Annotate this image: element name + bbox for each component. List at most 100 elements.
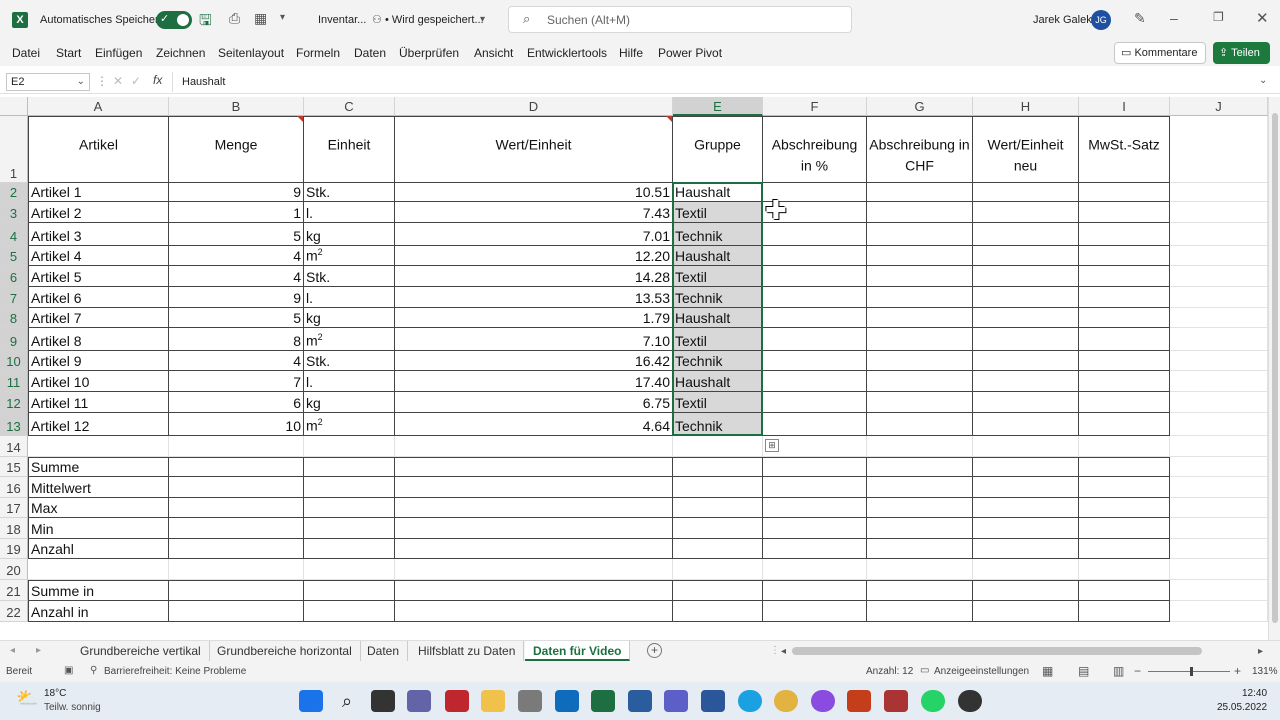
grid-cell[interactable] bbox=[1170, 413, 1268, 436]
teams-icon[interactable] bbox=[664, 690, 688, 712]
grid-cell[interactable] bbox=[973, 559, 1079, 580]
row-header-16[interactable]: 16 bbox=[0, 477, 28, 498]
empty-cell[interactable] bbox=[304, 518, 395, 539]
row-header-20[interactable]: 20 bbox=[0, 559, 28, 580]
empty-cell[interactable] bbox=[1079, 539, 1170, 559]
header-cell-i[interactable]: MwSt.-Satz bbox=[1079, 116, 1170, 183]
grid-cell[interactable] bbox=[304, 436, 395, 457]
artikel-cell[interactable]: Artikel 6 bbox=[28, 287, 169, 308]
empty-cell[interactable] bbox=[973, 392, 1079, 413]
accessibility-icon[interactable]: ⚲ bbox=[90, 665, 97, 676]
form-icon[interactable]: ▦ bbox=[254, 10, 267, 27]
empty-cell[interactable] bbox=[973, 308, 1079, 328]
empty-cell[interactable] bbox=[1079, 246, 1170, 266]
grid-cell[interactable] bbox=[169, 436, 304, 457]
header-cell-e[interactable]: Gruppe bbox=[673, 116, 763, 183]
empty-cell[interactable] bbox=[867, 328, 973, 351]
empty-cell[interactable] bbox=[763, 477, 867, 498]
header-cell-a[interactable]: Artikel bbox=[28, 116, 169, 183]
search-taskbar-icon[interactable]: ⌕ bbox=[335, 690, 359, 712]
empty-cell[interactable] bbox=[973, 371, 1079, 392]
formula-content[interactable]: Haushalt bbox=[182, 76, 225, 88]
column-header-c[interactable]: C bbox=[304, 97, 395, 116]
header-cell-d[interactable]: Wert/Einheit bbox=[395, 116, 673, 183]
menge-cell[interactable]: 6 bbox=[169, 392, 304, 413]
empty-cell[interactable] bbox=[763, 518, 867, 539]
zoom-out-icon[interactable]: − bbox=[1134, 664, 1141, 678]
header-cell-g[interactable]: Abschreibung in CHF bbox=[867, 116, 973, 183]
menu-entwicklertools[interactable]: Entwicklertools bbox=[527, 46, 607, 60]
grid-cell[interactable] bbox=[1170, 498, 1268, 518]
grid-cell[interactable] bbox=[169, 559, 304, 580]
snipping-tool-icon[interactable] bbox=[884, 690, 908, 712]
artikel-cell[interactable]: Artikel 10 bbox=[28, 371, 169, 392]
search-box[interactable]: ⌕ Suchen (Alt+M) bbox=[508, 6, 852, 33]
summary-label-cell[interactable]: Anzahl bbox=[28, 539, 169, 559]
avatar[interactable]: JG bbox=[1091, 10, 1111, 30]
menu-ansicht[interactable]: Ansicht bbox=[474, 46, 513, 60]
wert-cell[interactable]: 7.01 bbox=[395, 223, 673, 246]
menge-cell[interactable]: 1 bbox=[169, 202, 304, 223]
restore-icon[interactable]: ❐ bbox=[1213, 10, 1224, 24]
empty-cell[interactable] bbox=[169, 601, 304, 622]
empty-cell[interactable] bbox=[973, 183, 1079, 202]
file-name[interactable]: Inventar... bbox=[318, 14, 366, 26]
hscroll-left-icon[interactable]: ◂ bbox=[781, 646, 786, 657]
print-icon[interactable]: ⎙ bbox=[229, 10, 240, 27]
empty-cell[interactable] bbox=[973, 539, 1079, 559]
gruppe-cell[interactable]: Technik bbox=[673, 351, 763, 371]
header-cell-f[interactable]: Abschreibung in % bbox=[763, 116, 867, 183]
empty-cell[interactable] bbox=[304, 580, 395, 601]
empty-cell[interactable] bbox=[763, 287, 867, 308]
column-header-e[interactable]: E bbox=[673, 97, 763, 116]
einheit-cell[interactable]: Stk. bbox=[304, 351, 395, 371]
empty-cell[interactable] bbox=[867, 246, 973, 266]
menge-cell[interactable]: 7 bbox=[169, 371, 304, 392]
empty-cell[interactable] bbox=[673, 518, 763, 539]
grid-cell[interactable] bbox=[1170, 351, 1268, 371]
grid-cell[interactable] bbox=[1170, 328, 1268, 351]
einheit-cell[interactable]: l. bbox=[304, 202, 395, 223]
wert-cell[interactable]: 7.43 bbox=[395, 202, 673, 223]
row-header-14[interactable]: 14 bbox=[0, 436, 28, 457]
column-header-b[interactable]: B bbox=[169, 97, 304, 116]
teams-chat-icon[interactable] bbox=[407, 690, 431, 712]
menu-ueberpruefen[interactable]: Überprüfen bbox=[399, 46, 459, 60]
normal-view-icon[interactable]: ▦ bbox=[1042, 664, 1053, 678]
tab-grundbereiche-horizontal[interactable]: Grundbereiche horizontal bbox=[209, 641, 361, 661]
pen-icon[interactable]: ✎ bbox=[1134, 10, 1146, 27]
grid-cell[interactable] bbox=[1170, 371, 1268, 392]
empty-cell[interactable] bbox=[867, 457, 973, 477]
header-cell-b[interactable]: Menge bbox=[169, 116, 304, 183]
store-icon[interactable] bbox=[628, 690, 652, 712]
empty-cell[interactable] bbox=[973, 457, 1079, 477]
grid-cell[interactable] bbox=[1170, 223, 1268, 246]
menu-datei[interactable]: Datei bbox=[12, 46, 40, 60]
empty-cell[interactable] bbox=[169, 518, 304, 539]
save-status-chevron-icon[interactable]: ▾ bbox=[480, 14, 485, 25]
einheit-cell[interactable]: kg bbox=[304, 392, 395, 413]
empty-cell[interactable] bbox=[763, 266, 867, 287]
menge-cell[interactable]: 4 bbox=[169, 351, 304, 371]
comments-button[interactable]: ▭ Kommentare bbox=[1114, 42, 1206, 64]
empty-cell[interactable] bbox=[169, 477, 304, 498]
autosave-toggle[interactable]: ✓ bbox=[156, 11, 192, 29]
summary-label-cell[interactable]: Anzahl in bbox=[28, 601, 169, 622]
empty-cell[interactable] bbox=[763, 580, 867, 601]
row-header-21[interactable]: 21 bbox=[0, 580, 28, 601]
tab-split-icon[interactable]: ⋮ bbox=[770, 645, 780, 656]
empty-cell[interactable] bbox=[973, 266, 1079, 287]
macro-record-icon[interactable]: ▣ bbox=[64, 665, 73, 676]
wert-cell[interactable]: 4.64 bbox=[395, 413, 673, 436]
tab-next-icon[interactable]: ▸ bbox=[36, 645, 41, 656]
menge-cell[interactable]: 4 bbox=[169, 266, 304, 287]
menu-seitenlayout[interactable]: Seitenlayout bbox=[218, 46, 284, 60]
expand-formula-icon[interactable]: ⌄ bbox=[1259, 75, 1267, 86]
einheit-cell[interactable]: kg bbox=[304, 308, 395, 328]
empty-cell[interactable] bbox=[763, 202, 867, 223]
wert-cell[interactable]: 12.20 bbox=[395, 246, 673, 266]
row-header-6[interactable]: 6 bbox=[0, 266, 28, 287]
artikel-cell[interactable]: Artikel 3 bbox=[28, 223, 169, 246]
empty-cell[interactable] bbox=[973, 287, 1079, 308]
powerpoint-icon[interactable] bbox=[847, 690, 871, 712]
